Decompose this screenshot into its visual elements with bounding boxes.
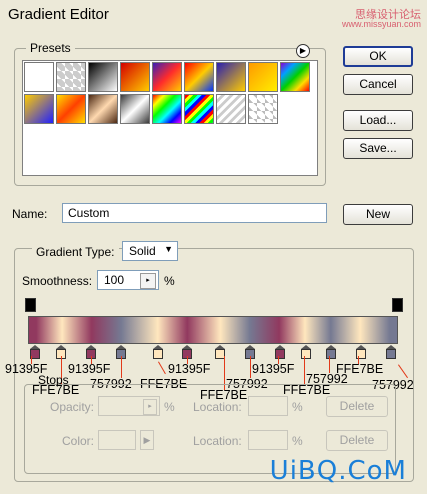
preset-swatch[interactable] (24, 62, 54, 92)
smoothness-unit: % (164, 274, 175, 288)
annotation-line-11 (329, 356, 330, 373)
site-logo: UiBQ.CoM (269, 456, 407, 486)
color-swatch-input[interactable] (98, 430, 136, 450)
opacity-unit: % (164, 400, 175, 414)
annotation-line-6 (187, 356, 188, 364)
preset-swatch[interactable] (216, 94, 246, 124)
location2-input[interactable] (248, 430, 288, 450)
location-unit: % (292, 400, 303, 414)
preset-swatch[interactable] (280, 62, 310, 92)
cancel-button[interactable]: Cancel (343, 74, 413, 95)
delete-color-button[interactable]: Delete (326, 430, 388, 451)
gradient-type-select[interactable]: Solid ▼ (122, 241, 178, 261)
preset-swatch[interactable] (184, 62, 214, 92)
color-stop[interactable] (152, 345, 163, 359)
delete-opacity-button[interactable]: Delete (326, 396, 388, 417)
preset-swatch[interactable] (56, 94, 86, 124)
preset-swatch[interactable] (120, 62, 150, 92)
color-stop[interactable] (385, 345, 396, 359)
opacity-stepper-icon[interactable]: ▸ (143, 399, 157, 415)
save-button[interactable]: Save... (343, 138, 413, 159)
color-menu-icon[interactable]: ▶ (140, 430, 154, 450)
smoothness-stepper-icon[interactable]: ▸ (140, 273, 156, 289)
watermark-url: www.missyuan.com (341, 19, 421, 29)
smoothness-value: 100 (104, 273, 125, 287)
smoothness-input[interactable]: 100 ▸ (97, 270, 159, 290)
opacity-label: Opacity: (50, 400, 95, 414)
name-label: Name: (12, 207, 48, 221)
preset-swatch[interactable] (152, 94, 182, 124)
gradient-type-value: Solid (129, 244, 156, 258)
color-label: Color: (62, 434, 95, 448)
preset-swatch[interactable] (152, 62, 182, 92)
load-button[interactable]: Load... (343, 110, 413, 131)
location-label: Location: (193, 400, 242, 414)
opacity-input[interactable]: ▸ (98, 396, 160, 416)
preset-swatch[interactable] (184, 94, 214, 124)
color-stop[interactable] (326, 345, 337, 359)
stops-label: Stops (38, 373, 69, 387)
preset-swatch[interactable] (248, 94, 278, 124)
name-input[interactable]: Custom (62, 203, 327, 223)
new-button[interactable]: New (343, 204, 413, 225)
location2-unit: % (292, 434, 303, 448)
window-title: Gradient Editor (8, 6, 109, 23)
color-stop[interactable] (274, 345, 285, 359)
gradient-type-label: Gradient Type: (32, 245, 119, 259)
gradient-bar[interactable] (28, 316, 398, 344)
opacity-stop-right[interactable] (392, 298, 403, 312)
annotation-9: 91395F (252, 362, 295, 376)
location2-label: Location: (193, 434, 242, 448)
preset-swatch[interactable] (88, 94, 118, 124)
opacity-stop-left[interactable] (25, 298, 36, 312)
chevron-down-icon: ▼ (164, 244, 173, 254)
preset-swatch[interactable] (216, 62, 246, 92)
annotation-line-4 (121, 356, 122, 378)
annotation-line-1 (31, 356, 32, 364)
location-input[interactable] (248, 396, 288, 416)
color-stop[interactable] (300, 345, 311, 359)
annotation-line-9 (278, 356, 279, 364)
presets-label: Presets (26, 41, 75, 55)
annotation-6: 91395F (168, 362, 211, 376)
preset-swatch[interactable] (248, 62, 278, 92)
annotation-line-3 (91, 356, 92, 364)
ok-button[interactable]: OK (343, 46, 413, 67)
annotation-3: 91395F (68, 362, 111, 376)
annotation-line-10 (304, 356, 305, 384)
preset-swatch[interactable] (24, 94, 54, 124)
preset-swatch[interactable] (88, 62, 118, 92)
preset-swatch[interactable] (120, 94, 150, 124)
preset-swatch[interactable] (56, 62, 86, 92)
annotation-12: FFE7BE (336, 362, 384, 376)
presets-menu-icon[interactable]: ▶ (296, 44, 310, 58)
smoothness-label: Smoothness: (22, 274, 93, 288)
annotation-line-8 (250, 356, 251, 378)
annotation-line-12 (358, 356, 359, 364)
